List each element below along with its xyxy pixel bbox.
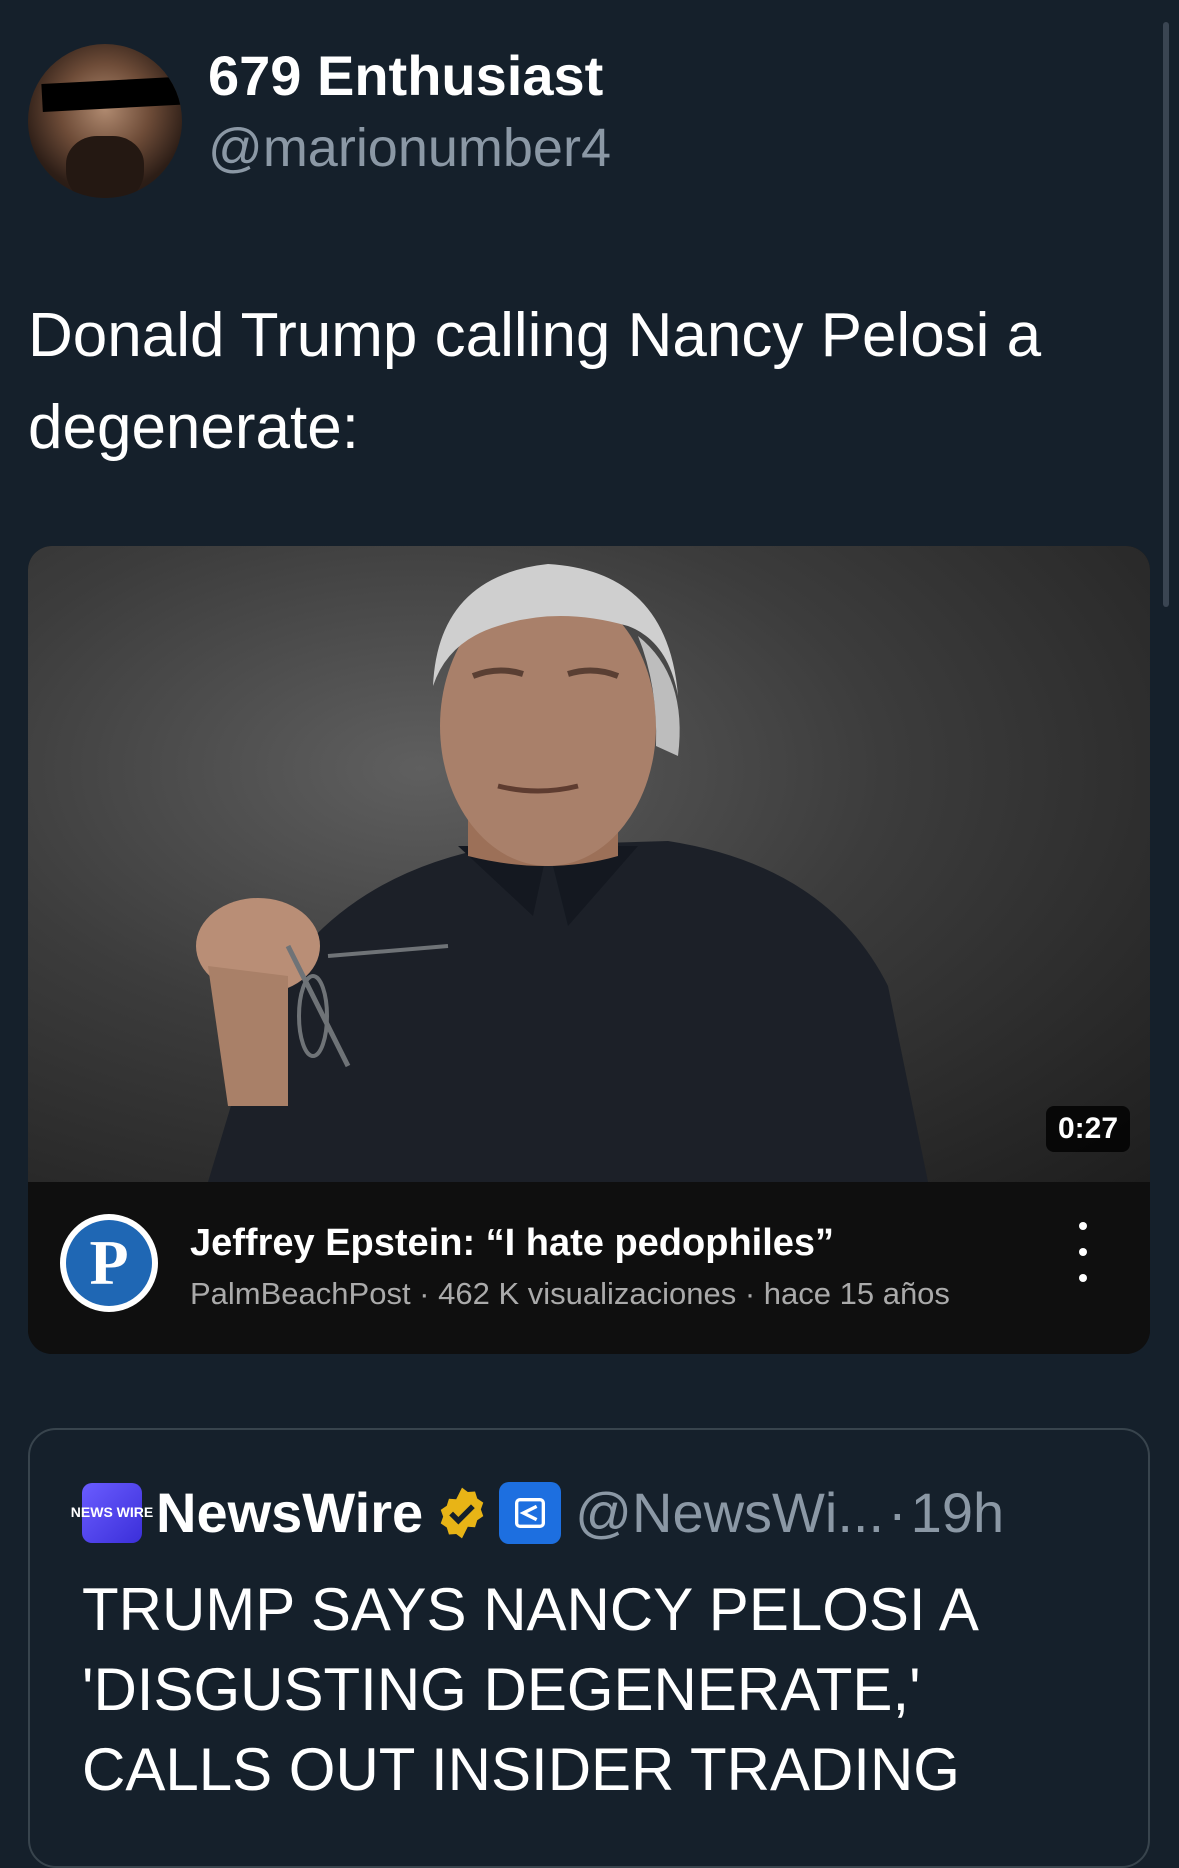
affiliate-badge-icon [499,1481,562,1544]
tweet-text: Donald Trump calling Nancy Pelosi a dege… [28,301,1042,462]
separator-dot: · [888,1481,907,1544]
quoted-author-handle[interactable]: @NewsWi... [575,1480,884,1545]
tweet-author[interactable]: 679 Enthusiast @marionumber4 [28,44,611,198]
author-handle[interactable]: @marionumber4 [208,116,611,180]
youtube-video-card[interactable]: 0:27 P Jeffrey Epstein: “I hate pedophil… [28,546,1150,1354]
channel-logo-letter: P [66,1220,152,1306]
video-info-bar: P Jeffrey Epstein: “I hate pedophiles” P… [28,1182,1150,1354]
video-title[interactable]: Jeffrey Epstein: “I hate pedophiles” [190,1222,834,1265]
quoted-timestamp[interactable]: 19h [911,1480,1004,1545]
scrollbar[interactable] [1163,22,1169,607]
author-names: 679 Enthusiast @marionumber4 [208,44,611,180]
quoted-author-name[interactable]: NewsWire [156,1480,423,1545]
quoted-tweet-header: NEWS WIRE NewsWire @NewsWi... · 19h [71,1480,1004,1545]
avatar[interactable] [28,44,182,198]
avatar-beard [66,136,144,198]
more-vertical-icon[interactable] [1068,1222,1098,1282]
channel-logo[interactable]: P [60,1214,158,1312]
video-thumbnail-image [196,564,928,1182]
video-meta: PalmBeachPost · 462 K visualizaciones · … [190,1276,950,1311]
newswire-avatar[interactable]: NEWS WIRE [71,1482,153,1543]
avatar-censor-bar [41,76,182,112]
author-display-name[interactable]: 679 Enthusiast [208,44,611,108]
video-duration: 0:27 [1045,1106,1130,1152]
verified-badge-icon [440,1487,484,1538]
video-thumbnail[interactable]: 0:27 [28,546,1150,1182]
quoted-tweet-text: TRUMP SAYS NANCY PELOSI A 'DISGUSTING DE… [82,1576,976,1803]
quoted-tweet[interactable]: NEWS WIRE NewsWire @NewsWi... · 19h TRUM… [28,1428,1150,1868]
